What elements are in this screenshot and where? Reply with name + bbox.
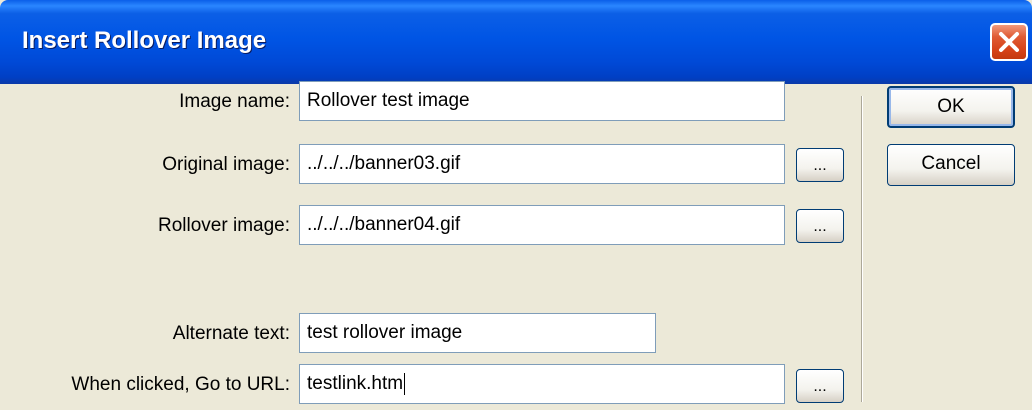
rollover-image-browse-button[interactable]: ... <box>796 209 844 243</box>
close-button[interactable] <box>990 23 1028 61</box>
ok-button[interactable]: OK <box>887 86 1015 128</box>
image-name-field[interactable]: Rollover test image <box>299 81 785 121</box>
go-to-url-label: When clicked, Go to URL: <box>71 374 290 395</box>
close-icon <box>999 32 1019 52</box>
window-title: Insert Rollover Image <box>22 27 267 54</box>
vertical-separator <box>861 96 863 402</box>
go-to-url-field[interactable]: testlink.htm <box>299 364 785 404</box>
go-to-url-browse-button[interactable]: ... <box>796 369 844 403</box>
cancel-button[interactable]: Cancel <box>887 144 1015 186</box>
text-caret <box>404 372 406 395</box>
image-name-label: Image name: <box>179 91 290 112</box>
rollover-image-field[interactable]: ../../../banner04.gif <box>299 205 785 245</box>
alternate-text-label: Alternate text: <box>172 323 290 344</box>
go-to-url-value: testlink.htm <box>307 373 404 394</box>
original-image-field[interactable]: ../../../banner03.gif <box>299 144 785 184</box>
insert-rollover-image-dialog: Insert Rollover Image Image name: Rollov… <box>0 0 1032 410</box>
original-image-label: Original image: <box>162 154 290 175</box>
original-image-browse-button[interactable]: ... <box>796 148 844 182</box>
rollover-image-label: Rollover image: <box>158 215 290 236</box>
title-bar[interactable]: Insert Rollover Image <box>0 0 1032 84</box>
alternate-text-field[interactable]: test rollover image <box>299 313 656 353</box>
